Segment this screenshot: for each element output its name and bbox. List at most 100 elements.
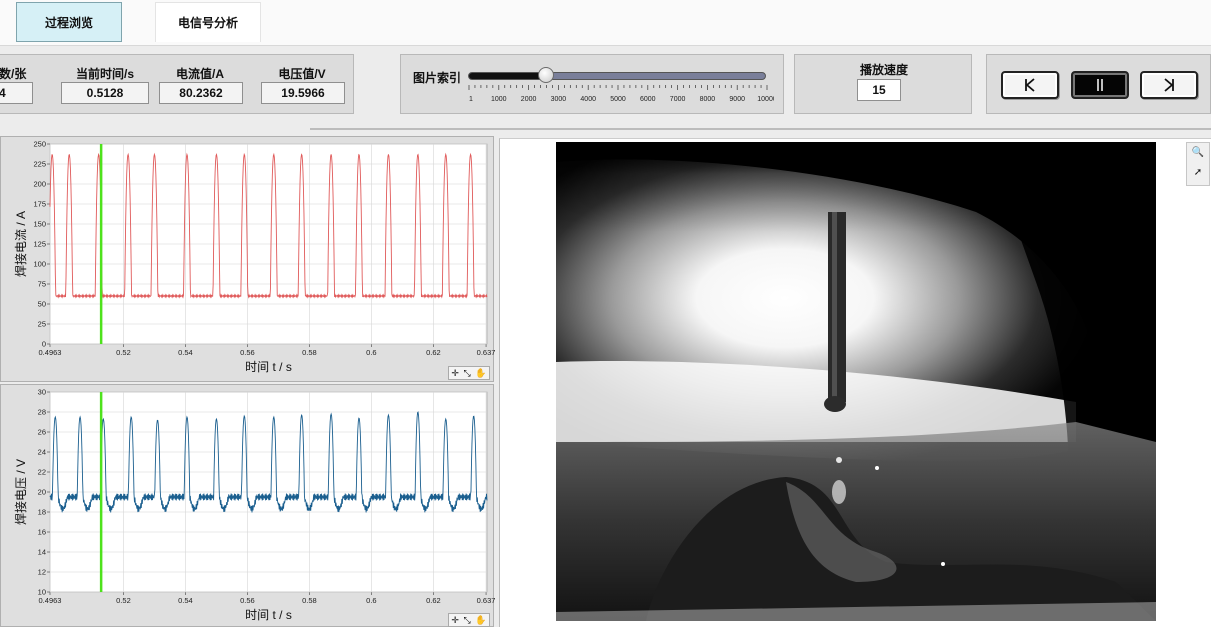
voltage-chart: 0.4963 0.52 0.54 0.56 0.58 0.6 0.62 0.637 10 12 14… bbox=[0, 384, 495, 627]
image-index-label: 图片索引 bbox=[413, 71, 462, 85]
voltage-value: 19.5966 bbox=[261, 82, 345, 104]
y-tick-label: 10 bbox=[38, 588, 46, 597]
x-tick-label: 0.6 bbox=[366, 348, 376, 357]
tab-bar: 过程浏览 电信号分析 bbox=[0, 0, 1211, 46]
slider-scale: 1 1000 2000 3000 4000 5000 6000 7000 8000 9000 100… bbox=[468, 85, 774, 103]
x-tick-label: 0.58 bbox=[302, 596, 317, 605]
x-tick-label: 0.58 bbox=[302, 348, 317, 357]
slider-scale-label: 3000 bbox=[551, 96, 567, 103]
y-tick-label: 18 bbox=[38, 508, 46, 517]
y-tick-label: 30 bbox=[38, 388, 46, 397]
y-tick-label: 225 bbox=[33, 160, 46, 169]
x-tick-label: 0.4963 bbox=[39, 348, 62, 357]
current-time-label: 当前时间/s bbox=[75, 67, 134, 81]
weld-frame-image bbox=[556, 142, 1156, 621]
tab-process-browse[interactable]: 过程浏览 bbox=[16, 2, 122, 42]
frames-label: 数/张 bbox=[0, 67, 27, 81]
pause-button[interactable] bbox=[1071, 71, 1129, 99]
slider-scale-label: 4000 bbox=[580, 96, 596, 103]
y-tick-label: 28 bbox=[38, 408, 46, 417]
y-tick-label: 100 bbox=[33, 260, 46, 269]
playback-speed-panel: 播放速度 15 bbox=[794, 54, 972, 114]
current-chart: 0.4963 0.52 0.54 0.56 0.58 0.6 0.62 0.637 0 25 50 7… bbox=[0, 136, 495, 383]
y-tick-label: 125 bbox=[33, 240, 46, 249]
slider-scale-label: 10000 bbox=[757, 96, 774, 103]
zoom-icon[interactable]: ⤡ bbox=[464, 368, 471, 379]
image-index-panel: 图片索引 1 1000 2000 3000 4000 5000 6000 7000 8000 90… bbox=[400, 54, 784, 114]
section-divider bbox=[310, 128, 1211, 130]
y-tick-label: 24 bbox=[38, 448, 46, 457]
slider-fill bbox=[469, 73, 547, 79]
y-tick-label: 16 bbox=[38, 528, 46, 537]
y-tick-label: 20 bbox=[38, 488, 46, 497]
pointer-icon[interactable]: ➚ bbox=[1187, 163, 1209, 183]
crosshair-icon[interactable]: ✛ bbox=[451, 368, 459, 379]
slider-scale-label: 1 bbox=[469, 96, 473, 103]
y-tick-label: 175 bbox=[33, 200, 46, 209]
slider-scale-label: 8000 bbox=[700, 96, 716, 103]
voltage-label: 电压值/V bbox=[278, 67, 326, 81]
y-tick-label: 12 bbox=[38, 568, 46, 577]
tab-signal-analysis[interactable]: 电信号分析 bbox=[155, 2, 261, 42]
x-tick-label: 0.62 bbox=[426, 348, 441, 357]
slider-scale-label: 5000 bbox=[610, 96, 626, 103]
y-tick-label: 200 bbox=[33, 180, 46, 189]
playback-panel bbox=[986, 54, 1211, 114]
chart-tools[interactable]: ✛ ⤡ ✋ bbox=[448, 366, 490, 380]
y-tick-label: 0 bbox=[42, 340, 46, 349]
x-axis-title: 时间 t / s bbox=[245, 360, 292, 374]
x-tick-label: 0.6 bbox=[366, 596, 376, 605]
x-tick-label: 0.637 bbox=[477, 596, 495, 605]
current-time-value: 0.5128 bbox=[61, 82, 149, 104]
image-index-slider[interactable] bbox=[468, 67, 766, 83]
x-tick-label: 0.54 bbox=[178, 596, 193, 605]
x-tick-label: 0.637 bbox=[477, 348, 495, 357]
y-tick-label: 22 bbox=[38, 468, 46, 477]
current-chart-plot[interactable]: 0.4963 0.52 0.54 0.56 0.58 0.6 0.62 0.637 0 25 50 7… bbox=[1, 137, 495, 383]
y-tick-label: 14 bbox=[38, 548, 46, 557]
playback-speed-label: 播放速度 bbox=[859, 63, 908, 77]
y-axis-title: 焊接电流 / A bbox=[13, 211, 28, 277]
pause-icon bbox=[1097, 79, 1103, 91]
slider-scale-label: 1000 bbox=[491, 96, 507, 103]
frames-value: 4 bbox=[0, 82, 33, 104]
slider-scale-label: 9000 bbox=[729, 96, 745, 103]
x-tick-label: 0.62 bbox=[426, 596, 441, 605]
x-tick-label: 0.54 bbox=[178, 348, 193, 357]
y-tick-label: 250 bbox=[33, 140, 46, 149]
y-tick-label: 75 bbox=[38, 280, 46, 289]
pan-icon[interactable]: ✋ bbox=[475, 615, 486, 626]
x-tick-label: 0.56 bbox=[240, 348, 255, 357]
magnifier-icon[interactable]: 🔍 bbox=[1187, 143, 1209, 163]
slider-scale-label: 6000 bbox=[640, 96, 656, 103]
x-tick-label: 0.4963 bbox=[39, 596, 62, 605]
chart-tools[interactable]: ✛ ⤡ ✋ bbox=[448, 613, 490, 627]
current-value: 80.2362 bbox=[159, 82, 243, 104]
x-axis-title: 时间 t / s bbox=[245, 608, 292, 622]
step-forward-button[interactable] bbox=[1140, 71, 1198, 99]
y-axis-title: 焊接电压 / V bbox=[13, 459, 28, 525]
current-label: 电流值/A bbox=[175, 67, 224, 81]
readout-panel: 数/张 4 当前时间/s 0.5128 电流值/A 80.2362 电压值/V … bbox=[0, 54, 354, 114]
x-tick-label: 0.52 bbox=[116, 596, 131, 605]
playback-speed-input[interactable]: 15 bbox=[857, 79, 901, 101]
slider-thumb[interactable] bbox=[538, 67, 555, 83]
step-back-icon bbox=[1025, 78, 1035, 92]
zoom-icon[interactable]: ⤡ bbox=[464, 615, 471, 626]
y-tick-label: 50 bbox=[38, 300, 46, 309]
image-tools: 🔍 ➚ bbox=[1186, 142, 1210, 186]
voltage-chart-plot[interactable]: 0.4963 0.52 0.54 0.56 0.58 0.6 0.62 0.637 10 12 14… bbox=[1, 385, 495, 627]
crosshair-icon[interactable]: ✛ bbox=[451, 615, 459, 626]
step-back-button[interactable] bbox=[1001, 71, 1059, 99]
weld-frame-picture bbox=[556, 142, 1156, 621]
y-tick-label: 25 bbox=[38, 320, 46, 329]
control-bar: 数/张 4 当前时间/s 0.5128 电流值/A 80.2362 电压值/V … bbox=[0, 46, 1211, 122]
y-tick-label: 150 bbox=[33, 220, 46, 229]
pan-icon[interactable]: ✋ bbox=[475, 368, 486, 379]
slider-scale-label: 2000 bbox=[521, 96, 537, 103]
step-forward-icon bbox=[1164, 78, 1174, 92]
y-tick-label: 26 bbox=[38, 428, 46, 437]
x-tick-label: 0.56 bbox=[240, 596, 255, 605]
slider-scale-label: 7000 bbox=[670, 96, 686, 103]
x-tick-label: 0.52 bbox=[116, 348, 131, 357]
